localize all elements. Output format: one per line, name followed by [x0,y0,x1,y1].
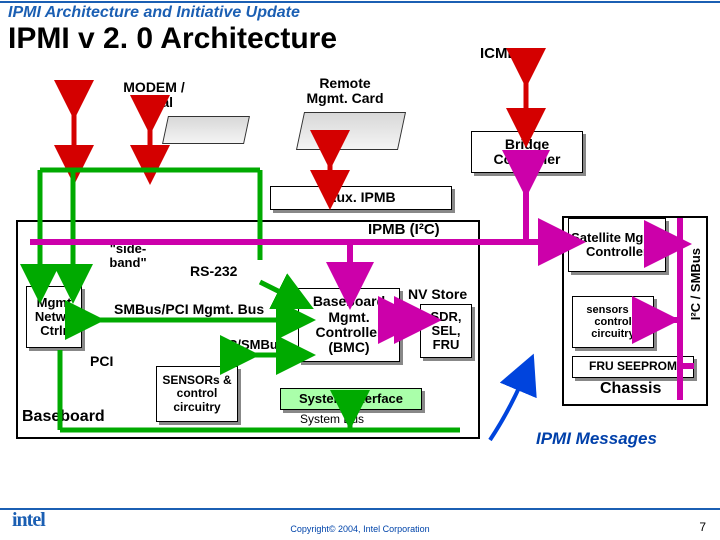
box-nvstore: SDR, SEL, FRU [420,304,472,358]
remote-card [296,112,406,150]
label-remote: Remote Mgmt. Card [300,76,390,107]
box-bridge: Bridge Controller [471,131,583,173]
header-title: IPMI v 2. 0 Architecture [0,22,720,60]
box-aux-ipmb: Aux. IPMB [270,186,452,210]
box-system-interface: System Interface [280,388,422,410]
label-system-bus: System Bus [300,413,364,426]
label-modem: MODEM / Serial [118,80,190,111]
label-i2c-smbus-vert: I²C / SMBus [688,248,703,320]
label-lan: LAN [60,80,89,95]
footer-copyright: Copyright© 2004, Intel Corporation [0,524,720,534]
label-nvstore-title: NV Store [408,287,467,302]
chassis-outline [562,216,708,406]
page-number: 7 [699,520,706,534]
header-subtitle: IPMI Architecture and Initiative Update [0,0,720,22]
box-bmc: Baseboard Mgmt. Controller (BMC) [298,288,400,362]
label-ipmi-messages: IPMI Messages [536,430,657,449]
modem-card [162,116,250,144]
label-icmb: ICMB [480,46,518,63]
